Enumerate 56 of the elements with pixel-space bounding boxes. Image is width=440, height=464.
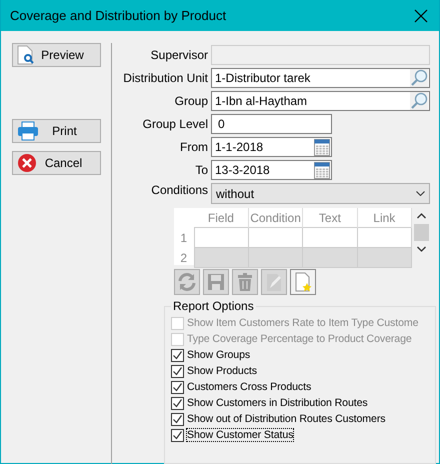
date-field[interactable]: 13-3-2018 <box>211 160 332 180</box>
grid-cell[interactable] <box>357 248 412 268</box>
column-header: Link <box>357 208 412 228</box>
row-number: 2 <box>174 248 194 268</box>
lookup-field[interactable]: 1-Ibn al-Haytham <box>211 91 430 111</box>
checkbox[interactable] <box>171 396 184 410</box>
window-title: Coverage and Distribution by Product <box>10 8 226 23</box>
checkbox-label: Show Customers in Distribution Routes <box>187 397 368 409</box>
grid-cell[interactable] <box>357 228 412 248</box>
scrollbar-thumb[interactable] <box>414 224 428 241</box>
checkbox[interactable] <box>171 412 184 426</box>
checkbox[interactable] <box>171 348 184 362</box>
group-title: Report Options <box>172 299 255 313</box>
row-number: 1 <box>174 228 194 248</box>
checkbox[interactable] <box>171 364 184 378</box>
grid-cell[interactable] <box>302 248 358 268</box>
field-label: Supervisor <box>150 48 209 62</box>
calendar-icon[interactable] <box>314 138 330 156</box>
preview-button[interactable]: Preview <box>12 43 101 67</box>
checkbox-label: Customers Cross Products <box>187 381 312 393</box>
field-label: Distribution Unit <box>122 71 209 85</box>
search-icon[interactable] <box>410 69 428 87</box>
checkbox-label: Show Groups <box>187 349 250 361</box>
grid-cell[interactable] <box>302 228 358 248</box>
close-icon <box>414 8 428 22</box>
field-label: Group <box>174 94 209 108</box>
checkbox[interactable] <box>171 380 184 394</box>
column-header: Text <box>302 208 358 228</box>
column-header: Field <box>194 208 248 228</box>
calendar-icon[interactable] <box>314 162 330 178</box>
checkbox-label: Type Coverage Percentage to Product Coverage <box>187 333 412 345</box>
checkbox-label: Show out of Distribution Routes Customers <box>187 413 386 425</box>
field-label: From <box>179 140 209 154</box>
checkbox-label: Show Item Customers Rate to Item Type Custome <box>187 317 418 329</box>
checkbox-label: Show Customer Status <box>187 429 294 441</box>
cancel-button[interactable]: Cancel <box>12 151 101 175</box>
grid-cell[interactable] <box>194 228 248 248</box>
field-label: To <box>194 163 209 177</box>
lookup-field[interactable]: 1-Distributor tarek <box>211 68 430 88</box>
cancel-icon <box>17 153 37 173</box>
printer-icon <box>17 121 39 141</box>
column-header: Condition <box>248 208 303 228</box>
date-field[interactable]: 1-1-2018 <box>211 137 332 157</box>
checkbox[interactable] <box>171 428 184 442</box>
conditions-dropdown[interactable]: without <box>211 183 430 204</box>
field-label: Conditions <box>150 183 209 197</box>
search-icon[interactable] <box>410 92 428 110</box>
input-field[interactable]: 0 <box>211 114 332 134</box>
chevron-down-icon <box>416 191 425 196</box>
input-field[interactable] <box>211 45 430 65</box>
field-label: Group Level <box>142 117 209 131</box>
print-button[interactable]: Print <box>12 119 101 143</box>
grid-cell[interactable] <box>248 228 303 248</box>
grid-cell[interactable] <box>248 248 303 268</box>
checkbox-label: Show Products <box>187 365 257 377</box>
document-magnifier-icon <box>17 45 35 65</box>
